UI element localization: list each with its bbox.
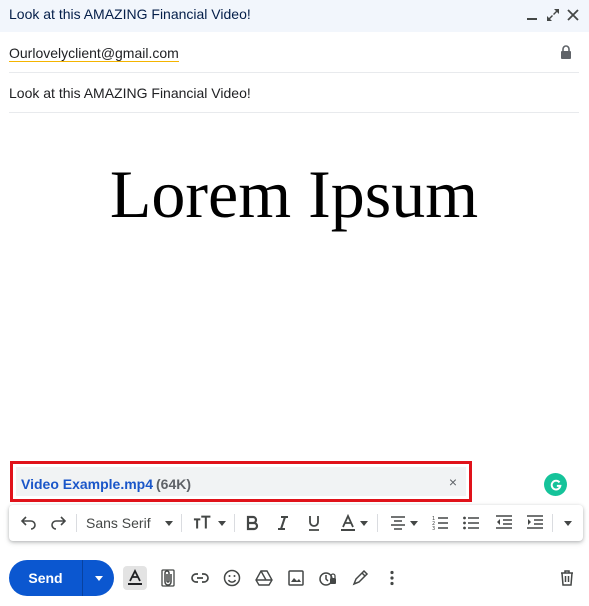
chevron-down-icon (217, 520, 226, 526)
redo-icon[interactable] (48, 511, 70, 535)
minimize-icon[interactable] (522, 4, 542, 26)
chevron-down-icon (564, 520, 572, 526)
text-color-icon[interactable] (336, 511, 370, 535)
svg-text:3: 3 (432, 526, 435, 532)
formatting-toolbar: Sans Serif 123 (9, 505, 583, 541)
schedule-send-dropdown[interactable] (82, 560, 114, 596)
signature-icon[interactable] (348, 566, 372, 590)
attachment-chip[interactable]: Video Example.mp4 (64K) × (10, 461, 472, 502)
message-body[interactable]: Lorem Ipsum (9, 114, 579, 454)
attachment-name[interactable]: Video Example.mp4 (21, 476, 153, 492)
toolbar-divider (234, 514, 235, 532)
numbered-list-icon[interactable]: 123 (429, 511, 451, 535)
align-icon[interactable] (386, 511, 420, 535)
bulleted-list-icon[interactable] (460, 511, 482, 535)
compose-action-bar: Send (0, 556, 589, 600)
toolbar-divider (76, 514, 77, 532)
attach-file-icon[interactable] (156, 566, 180, 590)
indent-more-icon[interactable] (524, 511, 546, 535)
grammarly-icon[interactable] (544, 473, 567, 496)
confidential-mode-icon[interactable] (316, 566, 340, 590)
chevron-down-icon (164, 520, 173, 526)
undo-icon[interactable] (17, 511, 39, 535)
close-icon[interactable] (563, 4, 583, 26)
popout-icon[interactable] (543, 4, 563, 26)
underline-icon[interactable] (303, 511, 325, 535)
font-family-value: Sans Serif (86, 515, 151, 531)
remove-attachment-icon[interactable]: × (443, 472, 463, 492)
formatting-toggle-icon[interactable] (123, 566, 147, 590)
text-size-icon[interactable] (191, 511, 227, 535)
italic-icon[interactable] (272, 511, 294, 535)
recipient-chip[interactable]: Ourlovelyclient@gmail.com (9, 45, 179, 62)
indent-less-icon[interactable] (493, 511, 515, 535)
toolbar-divider (552, 514, 553, 532)
drive-icon[interactable] (252, 566, 276, 590)
more-formatting-icon[interactable] (559, 511, 577, 535)
font-family-select[interactable]: Sans Serif (79, 511, 175, 535)
send-button[interactable]: Send (9, 560, 82, 596)
emoji-icon[interactable] (220, 566, 244, 590)
more-options-icon[interactable] (380, 566, 404, 590)
recipients-field[interactable]: Ourlovelyclient@gmail.com (9, 33, 579, 73)
attachment-size: (64K) (156, 476, 192, 492)
bold-icon[interactable] (241, 511, 263, 535)
insert-photo-icon[interactable] (284, 566, 308, 590)
subject-field[interactable]: Look at this AMAZING Financial Video! (9, 73, 579, 113)
compose-window-title: Look at this AMAZING Financial Video! (9, 6, 251, 22)
subject-input[interactable]: Look at this AMAZING Financial Video! (9, 85, 251, 101)
chevron-down-icon (409, 520, 418, 526)
discard-draft-icon[interactable] (555, 566, 579, 590)
compose-title-bar[interactable]: Look at this AMAZING Financial Video! (0, 0, 589, 32)
toolbar-divider (181, 514, 182, 532)
insert-link-icon[interactable] (188, 566, 212, 590)
toolbar-divider (377, 514, 378, 532)
lock-icon (559, 44, 573, 60)
body-heading: Lorem Ipsum (109, 156, 479, 232)
chevron-down-icon (359, 520, 368, 526)
chevron-down-icon (94, 575, 103, 581)
